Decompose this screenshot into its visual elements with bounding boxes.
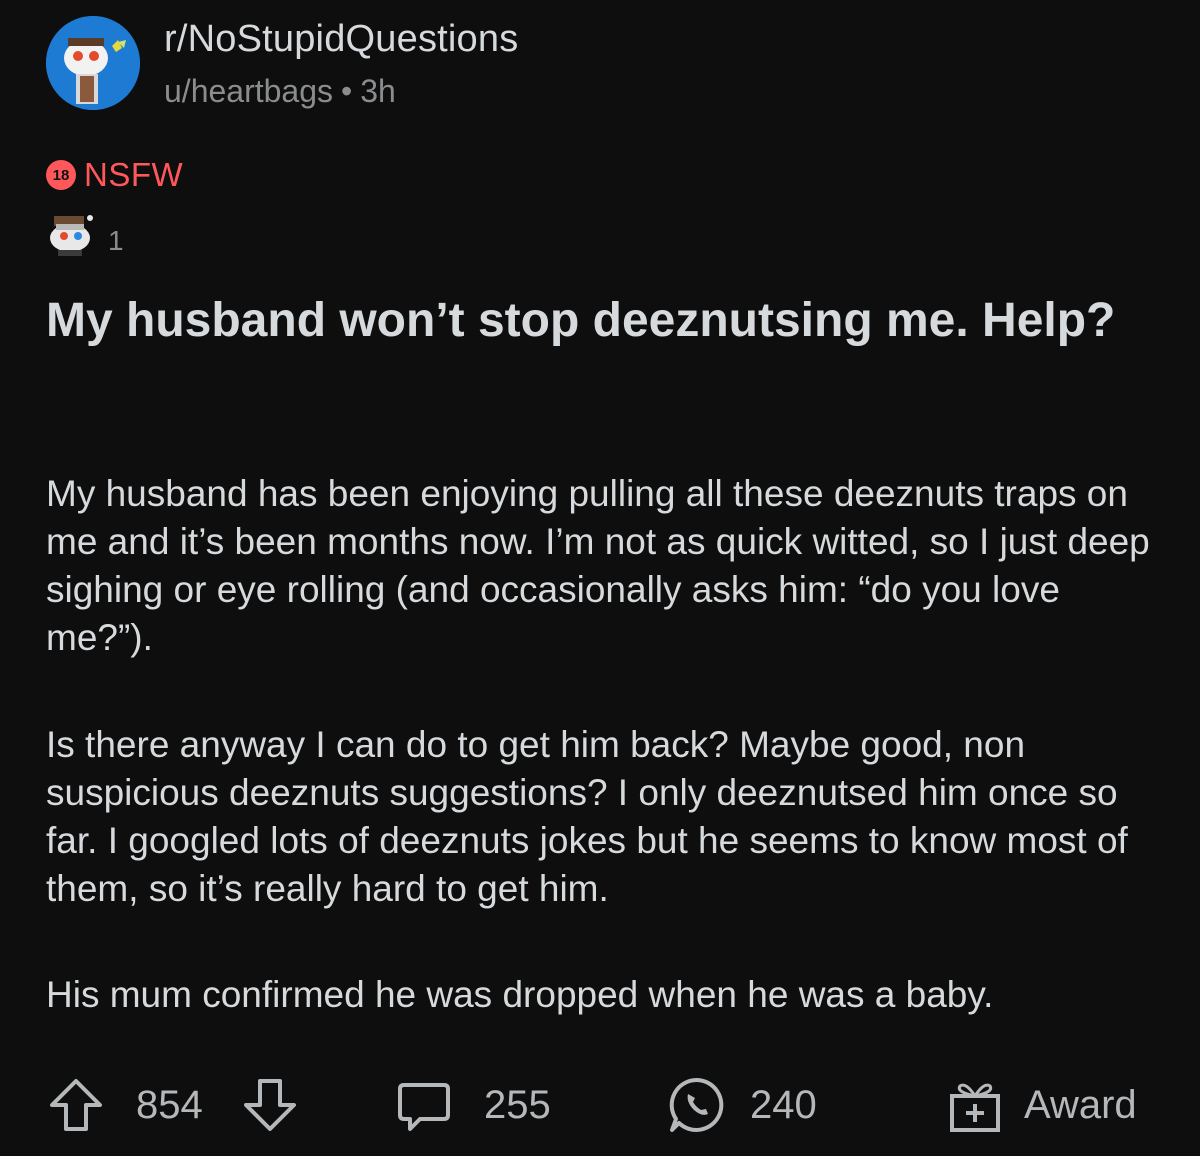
author-name[interactable]: u/heartbags [164,73,333,109]
post-card: r/NoStupidQuestions u/heartbags • 3h 18 NS… [0,0,1200,1156]
post-title[interactable]: My husband won’t stop deeznutsing me. He… [46,290,1156,352]
awards-row[interactable]: 1 [46,208,124,260]
upvote-icon [50,1079,102,1131]
vote-score: 854 [136,1072,203,1138]
post-body-paragraph: Is there anyway I can do to get him back… [46,724,1128,909]
meta-separator: • [341,73,353,109]
downvote-button[interactable] [240,1072,300,1138]
comment-icon [398,1083,450,1131]
nsfw-tag: 18 NSFW [46,156,183,194]
share-count: 240 [750,1082,817,1127]
award-count: 1 [108,225,124,256]
action-bar: 854 255 240 Award [46,1072,1156,1138]
vote-score-value: 854 [136,1082,203,1127]
award-button[interactable]: Award [946,1072,1137,1138]
post-header: r/NoStupidQuestions u/heartbags • 3h [46,16,518,110]
post-time: 3h [360,73,396,109]
comment-count: 255 [484,1082,551,1127]
share-icon [669,1077,724,1132]
gift-icon [950,1083,1000,1132]
subreddit-avatar[interactable] [46,16,140,110]
downvote-icon [244,1079,296,1131]
author-line: u/heartbags • 3h [164,73,518,110]
subreddit-name[interactable]: r/NoStupidQuestions [164,18,518,61]
upvote-button[interactable] [46,1072,106,1138]
share-button[interactable]: 240 [666,1072,817,1138]
nsfw-label: NSFW [84,156,184,193]
post-body-paragraph: His mum confirmed he was dropped when he… [46,974,994,1015]
post-meta: r/NoStupidQuestions u/heartbags • 3h [164,18,518,110]
award-label: Award [1024,1082,1137,1127]
nsfw-18-icon: 18 [46,160,76,190]
post-body-paragraph: My husband has been enjoying pulling all… [46,473,1150,658]
comments-button[interactable]: 255 [394,1072,551,1138]
award-icon [46,208,102,260]
